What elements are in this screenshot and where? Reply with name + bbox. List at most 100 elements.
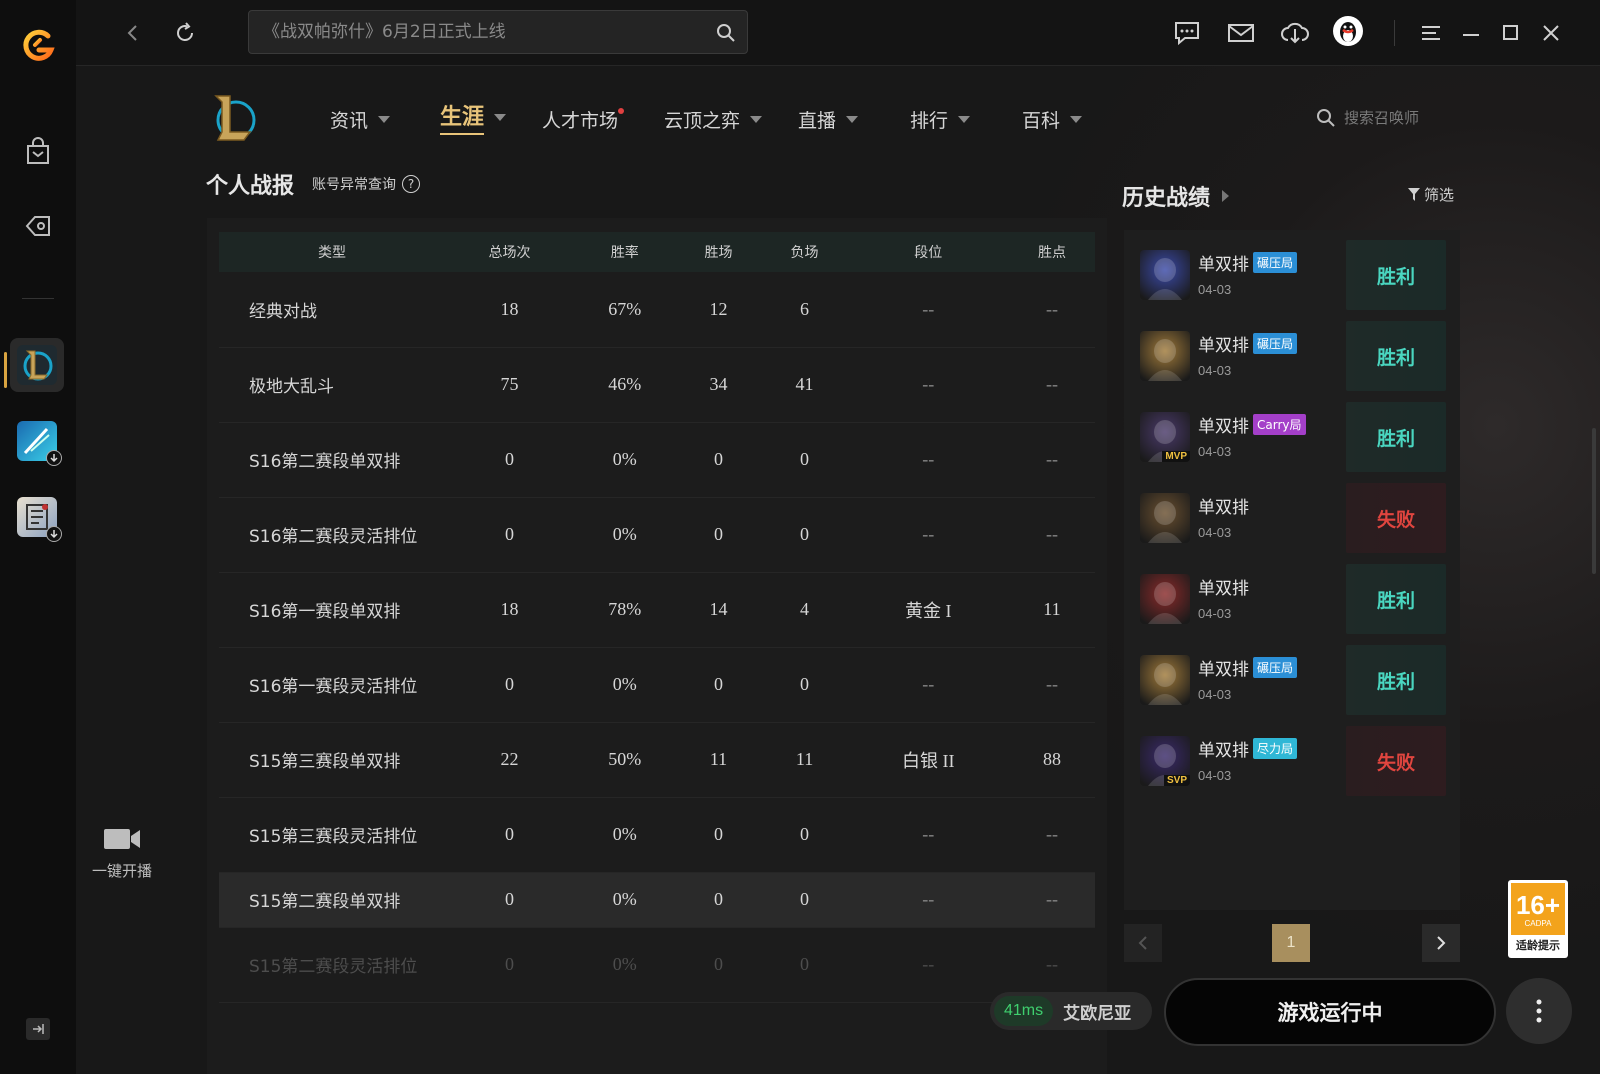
- pager-next-button[interactable]: [1422, 924, 1460, 962]
- video-camera-icon: [104, 829, 140, 849]
- chevron-left-icon: [1138, 936, 1147, 950]
- ping-value: 41ms: [994, 996, 1054, 1026]
- rail-game-3[interactable]: [10, 490, 64, 544]
- download-manager-icon[interactable]: [1280, 18, 1310, 48]
- table-cell: --: [847, 797, 1009, 873]
- col-header: 负场: [790, 245, 819, 261]
- collapse-rail-icon[interactable]: [26, 1018, 50, 1040]
- table-cell: 12: [675, 272, 762, 348]
- top-search-box[interactable]: [248, 10, 748, 54]
- pager-prev-button[interactable]: [1124, 924, 1162, 962]
- history-item[interactable]: 单双排 碾压局 04-03 胜利: [1140, 645, 1446, 715]
- server-status[interactable]: 41ms 艾欧尼亚: [990, 992, 1152, 1030]
- table-cell: --: [1008, 872, 1095, 928]
- age-rating-badge[interactable]: 16+ CADPA 适龄提示: [1508, 880, 1568, 958]
- game-app-icon: [17, 421, 62, 466]
- table-row[interactable]: 极地大乱斗 75 46% 34 41 -- --: [219, 347, 1095, 423]
- table-row[interactable]: 经典对战 18 67% 12 6 -- --: [219, 272, 1095, 348]
- game-running-button[interactable]: 游戏运行中: [1164, 978, 1496, 1046]
- history-item[interactable]: 单双排 04-03 失败: [1140, 483, 1446, 553]
- match-tag-badge: Carry局: [1253, 414, 1306, 435]
- table-cell: --: [1008, 927, 1095, 1003]
- summoner-search[interactable]: [1316, 108, 1454, 128]
- search-icon[interactable]: [1316, 108, 1336, 128]
- chat-icon[interactable]: [1172, 18, 1202, 48]
- table-cell: S16第二赛段灵活排位: [219, 497, 445, 573]
- table-row[interactable]: S16第一赛段单双排 18 78% 14 4 黄金 I 11: [219, 572, 1095, 648]
- match-mode-label: 单双排: [1198, 741, 1249, 761]
- table-cell: 0: [761, 422, 848, 498]
- table-row[interactable]: S15第二赛段灵活排位 0 0% 0 0 -- --: [219, 927, 1095, 1003]
- game-tag-icon[interactable]: [18, 206, 58, 246]
- table-cell: 0: [675, 797, 762, 873]
- search-icon[interactable]: [715, 22, 737, 44]
- user-avatar-icon[interactable]: [1332, 15, 1364, 47]
- store-bag-icon[interactable]: [18, 132, 58, 172]
- account-check-link[interactable]: 账号异常查询 ?: [312, 174, 420, 194]
- col-header: 胜场: [704, 245, 733, 261]
- top-search-input[interactable]: [263, 11, 693, 53]
- download-badge-icon: [46, 450, 62, 466]
- filter-button[interactable]: 筛选: [1408, 184, 1454, 205]
- table-cell: 6: [761, 272, 848, 348]
- table-row[interactable]: S15第三赛段灵活排位 0 0% 0 0 -- --: [219, 797, 1095, 873]
- match-mode-label: 单双排: [1198, 498, 1249, 518]
- nav-item-ranking[interactable]: 排行: [910, 104, 971, 134]
- table-cell: --: [847, 347, 1009, 423]
- match-result: 胜利: [1346, 564, 1446, 634]
- table-cell: 88: [1008, 722, 1095, 798]
- maximize-icon[interactable]: [1496, 18, 1526, 48]
- more-options-button[interactable]: [1506, 978, 1572, 1044]
- table-cell: 0: [445, 422, 575, 498]
- nav-item-news[interactable]: 资讯: [330, 104, 391, 134]
- nav-item-live[interactable]: 直播: [798, 104, 859, 134]
- history-item[interactable]: 单双排 碾压局 04-03 胜利: [1140, 240, 1446, 310]
- close-icon[interactable]: [1536, 18, 1566, 48]
- history-title[interactable]: 历史战绩: [1122, 180, 1230, 212]
- table-cell: 14: [675, 572, 762, 648]
- table-cell: S16第二赛段单双排: [219, 422, 445, 498]
- age-rating-number: 16+: [1515, 889, 1561, 920]
- table-cell: 0%: [574, 797, 676, 873]
- history-item[interactable]: SVP 单双排 尽力局 04-03 失败: [1140, 726, 1446, 796]
- table-row[interactable]: S16第二赛段灵活排位 0 0% 0 0 -- --: [219, 497, 1095, 573]
- back-icon[interactable]: [118, 18, 148, 48]
- stats-header-row: 类型 总场次 胜率 胜场 负场 段位 胜点: [219, 232, 1095, 272]
- table-cell: S15第三赛段灵活排位: [219, 797, 445, 873]
- table-row[interactable]: S16第二赛段单双排 0 0% 0 0 -- --: [219, 422, 1095, 498]
- match-date: 04-03: [1198, 363, 1232, 378]
- history-item[interactable]: 单双排 04-03 胜利: [1140, 564, 1446, 634]
- rail-game-lol[interactable]: [10, 338, 64, 392]
- nav-item-career[interactable]: 生涯: [440, 102, 507, 135]
- help-icon[interactable]: ?: [402, 175, 420, 193]
- chevron-down-icon: [958, 115, 971, 123]
- match-mode: 单双排 碾压局: [1198, 331, 1298, 356]
- nav-item-talent-market[interactable]: 人才市场: [542, 104, 625, 134]
- app-logo-icon[interactable]: [18, 26, 58, 66]
- table-row[interactable]: S15第三赛段单双排 22 50% 11 11 白银 II 88: [219, 722, 1095, 798]
- filter-icon: [1408, 188, 1420, 201]
- mail-icon[interactable]: [1226, 18, 1256, 48]
- table-cell: 0: [675, 647, 762, 723]
- table-cell: 67%: [574, 272, 676, 348]
- refresh-icon[interactable]: [170, 18, 200, 48]
- one-click-live-button[interactable]: 一键开播: [86, 826, 158, 881]
- table-cell: S16第一赛段单双排: [219, 572, 445, 648]
- history-item[interactable]: MVP 单双排 Carry局 04-03 胜利: [1140, 402, 1446, 472]
- pager-page-number[interactable]: 1: [1272, 924, 1310, 962]
- table-cell: 11: [1008, 572, 1095, 648]
- rail-game-2[interactable]: [10, 414, 64, 468]
- minimize-icon[interactable]: [1456, 18, 1486, 48]
- col-header: 总场次: [488, 245, 531, 261]
- chevron-down-icon: [494, 113, 507, 121]
- nav-item-wiki[interactable]: 百科: [1022, 104, 1083, 134]
- stats-panel: 类型 总场次 胜率 胜场 负场 段位 胜点 经典对战 18 67% 12 6 -- -- 极地…: [207, 218, 1107, 1074]
- history-item[interactable]: 单双排 碾压局 04-03 胜利: [1140, 321, 1446, 391]
- nav-item-tft[interactable]: 云顶之弈: [664, 104, 763, 134]
- table-row[interactable]: S16第一赛段灵活排位 0 0% 0 0 -- --: [219, 647, 1095, 723]
- table-row[interactable]: S15第二赛段单双排 0 0% 0 0 -- --: [219, 872, 1095, 928]
- summoner-search-input[interactable]: [1344, 109, 1454, 127]
- menu-icon[interactable]: [1416, 18, 1446, 48]
- match-mode: 单双排: [1198, 493, 1249, 518]
- scrollbar-thumb[interactable]: [1592, 428, 1596, 574]
